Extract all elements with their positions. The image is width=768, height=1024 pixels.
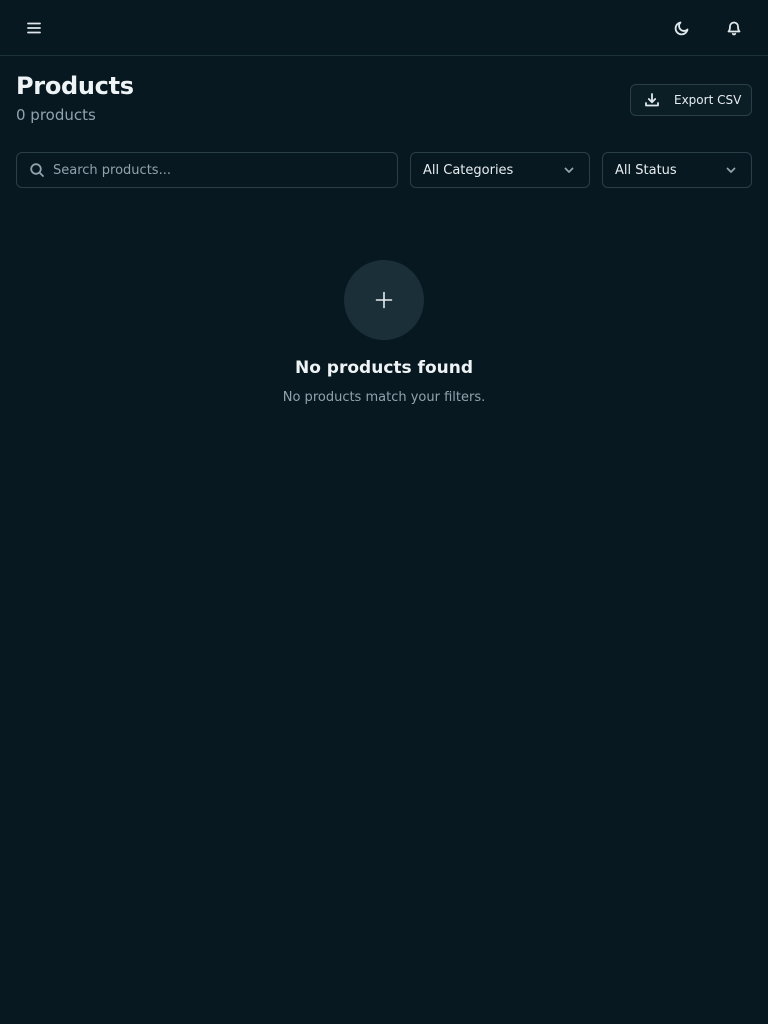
empty-state-subtitle: No products match your filters. (282, 390, 486, 405)
moon-icon (674, 21, 689, 36)
search-input[interactable] (53, 155, 383, 185)
empty-state-title: No products found (294, 358, 474, 378)
theme-toggle-button[interactable] (666, 12, 698, 44)
hamburger-menu-icon (27, 22, 41, 34)
search-box (16, 152, 398, 188)
download-icon (645, 93, 659, 107)
empty-state-icon-circle (344, 260, 424, 340)
plus-icon (375, 291, 393, 309)
status-select-value: All Status (615, 162, 677, 178)
top-bar (0, 0, 768, 56)
chevron-down-icon (564, 167, 574, 173)
category-select-value: All Categories (423, 162, 514, 178)
bell-icon (727, 21, 741, 36)
chevron-down-icon (726, 167, 736, 173)
status-select[interactable]: All Status (602, 152, 752, 188)
export-csv-button[interactable]: Export CSV (630, 84, 752, 116)
category-select[interactable]: All Categories (410, 152, 590, 188)
product-count: 0 products (16, 106, 96, 124)
menu-button[interactable] (18, 12, 50, 44)
page-title: Products (16, 72, 134, 100)
export-csv-label: Export CSV (674, 93, 742, 107)
search-icon (30, 163, 44, 177)
notifications-button[interactable] (718, 12, 750, 44)
